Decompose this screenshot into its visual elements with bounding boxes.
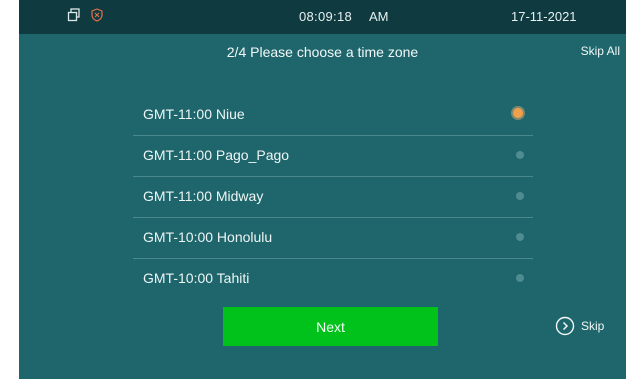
timezone-option[interactable]: GMT-11:00 Midway — [133, 177, 533, 218]
radio-unselected-icon[interactable] — [516, 192, 524, 200]
status-icons — [67, 8, 103, 22]
timezone-option[interactable]: GMT-10:00 Honolulu — [133, 218, 533, 259]
page-title: 2/4 Please choose a time zone — [226, 44, 419, 60]
clock-ampm: AM — [369, 9, 389, 24]
clock-date: 17-11-2021 — [511, 9, 577, 24]
radio-unselected-icon[interactable] — [516, 233, 524, 241]
timezone-list: GMT-11:00 Niue GMT-11:00 Pago_Pago GMT-1… — [133, 95, 533, 299]
setup-screen: 08:09:18 AM 17-11-2021 2/4 Please choose… — [19, 0, 626, 379]
next-button[interactable]: Next — [223, 307, 438, 346]
timezone-label: GMT-10:00 Honolulu — [143, 229, 273, 245]
timezone-option[interactable]: GMT-11:00 Pago_Pago — [133, 136, 533, 177]
window-restore-icon — [67, 8, 81, 22]
timezone-option[interactable]: GMT-10:00 Tahiti — [133, 259, 533, 299]
radio-selected-icon[interactable] — [513, 108, 523, 118]
radio-unselected-icon[interactable] — [516, 274, 524, 282]
skip-button[interactable]: Skip — [555, 316, 604, 336]
timezone-option[interactable]: GMT-11:00 Niue — [133, 95, 533, 136]
timezone-label: GMT-11:00 Niue — [143, 106, 245, 122]
radio-unselected-icon[interactable] — [516, 151, 524, 159]
shield-icon — [91, 8, 103, 22]
status-bar: 08:09:18 AM 17-11-2021 — [19, 0, 626, 34]
chevron-circle-right-icon — [555, 316, 575, 336]
timezone-label: GMT-11:00 Pago_Pago — [143, 147, 290, 163]
skip-label: Skip — [581, 319, 605, 333]
clock-time: 08:09:18 — [299, 9, 353, 24]
timezone-label: GMT-10:00 Tahiti — [143, 270, 250, 286]
skip-all-button[interactable]: Skip All — [581, 44, 620, 58]
timezone-label: GMT-11:00 Midway — [143, 188, 264, 204]
